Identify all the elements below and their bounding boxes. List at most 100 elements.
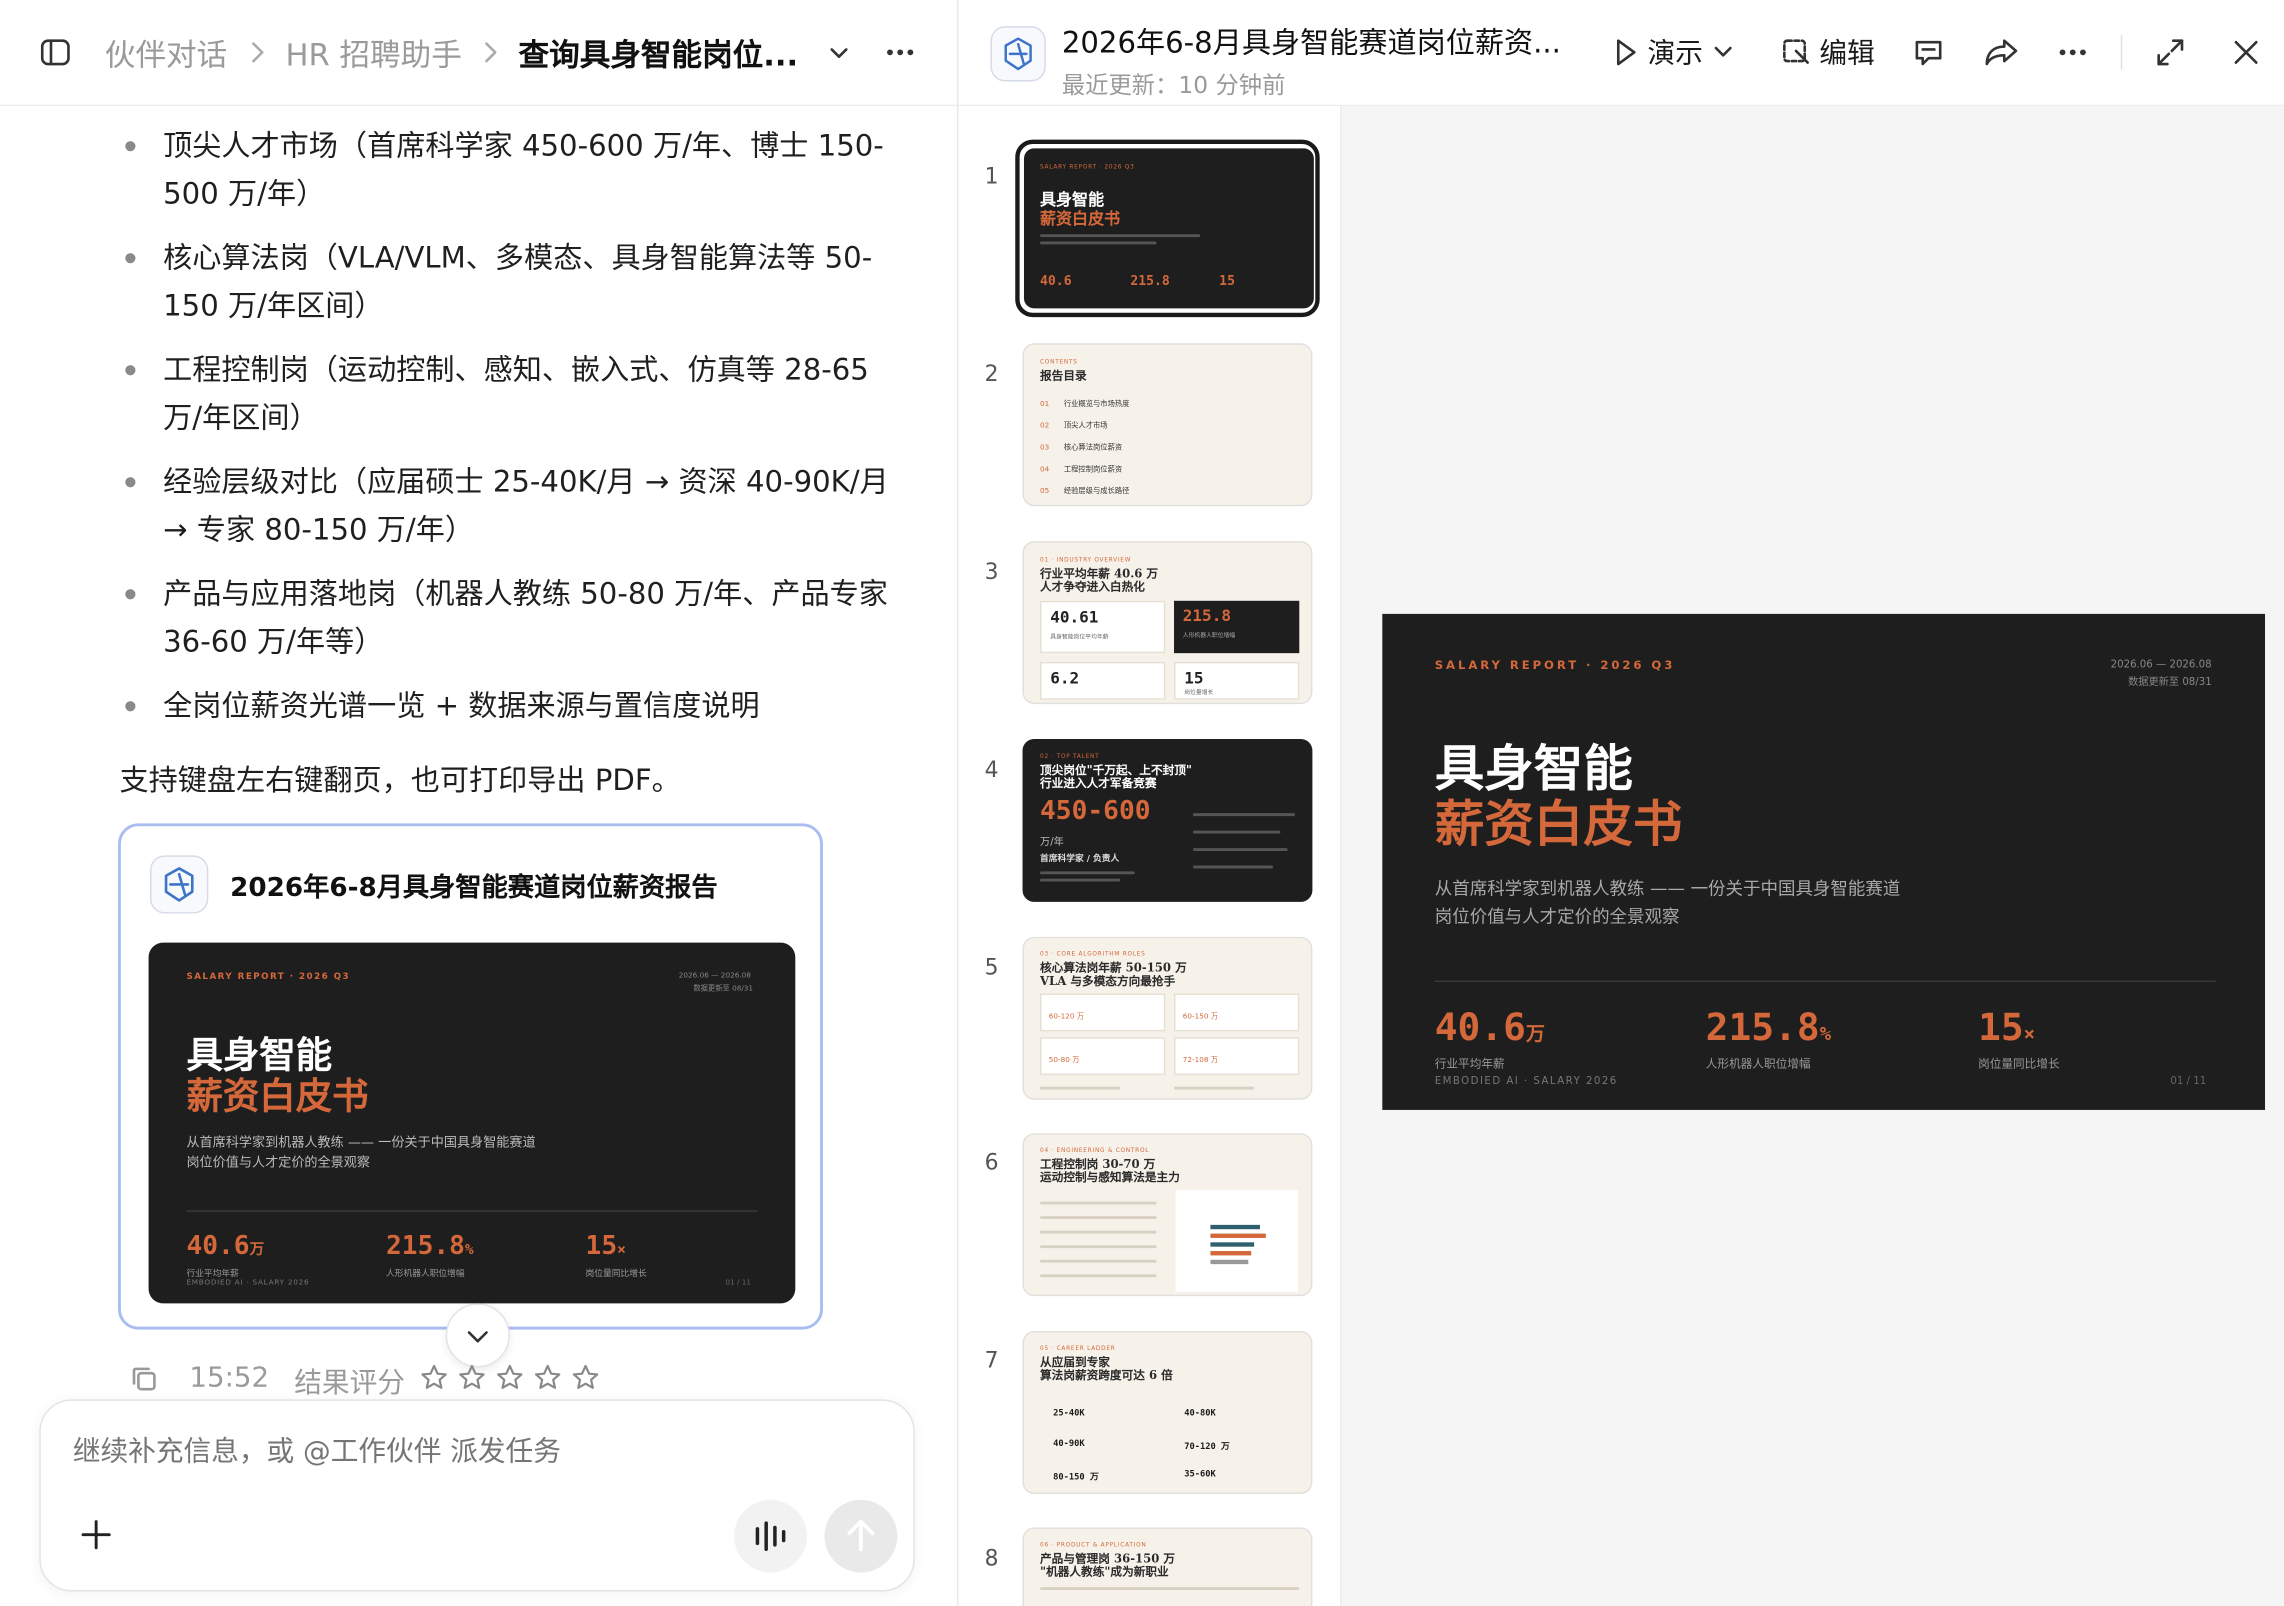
bullet-item: 产品与应用落地岗（机器人教练 50-80 万/年、产品专家 36-60 万/年等） [163,576,888,659]
slide-footer: EMBODIED AI · SALARY 2026 [186,1278,310,1288]
header-divider [0,104,957,107]
slide-subtitle: 岗位价值与人才定价的全景观察 [186,1156,370,1172]
expand-icon[interactable] [2153,35,2188,76]
edit-button[interactable]: 编辑 [1780,32,1875,73]
bullet-item: 全岗位薪资光谱一览 + 数据来源与置信度说明 [163,688,760,723]
slide-footer: EMBODIED AI · SALARY 2026 [1434,1075,1618,1087]
slide-subtitle: 岗位价值与人才定价的全景观察 [1434,906,1680,927]
breadcrumb-hr-assistant[interactable]: HR 招聘助手 [285,32,461,76]
slide-page-number: 01 / 11 [2170,1075,2207,1087]
bullet-dot [125,701,136,712]
chevron-down-icon [1714,45,1733,56]
chevron-right-icon [481,38,501,73]
bullet-item: 工程控制岗（运动控制、感知、嵌入式、仿真等 28-65 万/年区间） [163,352,869,435]
slide-kicker: SALARY REPORT · 2026 Q3 [1434,658,1676,673]
main-slide: SALARY REPORT · 2026 Q3 2026.06 — 2026.0… [1382,613,2266,1110]
bullet-item: 核心算法岗（VLA/VLM、多模态、具身智能算法等 50- 150 万/年区间） [163,240,873,323]
present-button[interactable]: 演示 [1611,32,1737,73]
report-card-title: 2026年6-8月具身智能赛道岗位薪资报告 [230,872,718,904]
star-icon[interactable] [571,1363,600,1392]
bullet-dot [125,589,136,600]
message-time: 15:52 [189,1361,270,1394]
slide-number: 5 [984,954,999,981]
more-icon[interactable] [2055,35,2090,76]
add-icon[interactable] [79,1517,114,1558]
slide-divider [186,1210,758,1212]
rating-label: 结果评分 [294,1367,405,1400]
slide-date: 2026.06 — 2026.08 [678,971,751,981]
slide-kicker: SALARY REPORT · 2026 Q3 [186,971,351,982]
stat-label: 人形机器人职位增幅 [1705,1057,1811,1071]
close-icon[interactable] [2229,35,2264,76]
composer [39,1399,915,1592]
comment-icon[interactable] [1911,35,1946,76]
star-icon[interactable] [495,1363,524,1392]
doc-title: 2026年6-8月具身智能赛道岗位薪资... [1061,24,1561,60]
slide-number: 6 [984,1149,999,1176]
doc-app-icon [990,26,1046,82]
slide-thumbnail-4[interactable]: 02 · TOP TALENT 顶尖岗位"千万起、上不封顶" 行业进入人才军备竞… [1022,738,1313,902]
stat-label: 岗位量同比增长 [585,1268,647,1279]
stat-value: 40.6万 [186,1230,265,1262]
hint-text: 支持键盘左右键翻页，也可打印导出 PDF。 [119,762,681,798]
slide-thumbnail-7[interactable]: 05 · CAREER LADDER 从应届到专家 算法岗薪资跨度可达 6 倍 … [1022,1331,1313,1494]
send-button[interactable] [824,1499,898,1573]
toolbar-divider [2120,34,2123,70]
slide-thumbnail-5[interactable]: 03 · CORE ALGORITHM ROLES 核心算法岗年薪 50-150… [1022,936,1313,1100]
slide-number: 4 [984,756,999,783]
play-icon [1616,38,1636,65]
doc-updated: 最近更新：10 分钟前 [1061,71,1286,99]
chevron-down-icon[interactable] [824,38,853,73]
report-card-preview: SALARY REPORT · 2026 Q3 2026.06 — 2026.0… [148,942,796,1304]
stat-label: 行业平均年薪 [1434,1057,1505,1071]
slide-number: 7 [984,1347,999,1374]
breadcrumb-partner-chat[interactable]: 伙伴对话 [105,32,227,76]
stat-value: 215.8% [385,1230,474,1262]
star-icon[interactable] [533,1363,562,1392]
stat-label: 行业平均年薪 [186,1268,239,1279]
rating-stars[interactable] [420,1363,609,1398]
stat-label: 人形机器人职位增幅 [385,1268,465,1279]
slide-date: 2026.06 — 2026.08 [2110,658,2212,671]
star-icon[interactable] [420,1363,449,1392]
slide-subtitle: 从首席科学家到机器人教练 —— 一份关于中国具身智能赛道 [1434,878,1901,900]
slide-thumbnail-6[interactable]: 04 · ENGINEERING & CONTROL 工程控制岗 30-70 万… [1022,1133,1313,1297]
slide-title-accent: 薪资白皮书 [1434,795,1683,854]
slide-title: 具身智能 [1434,740,1633,799]
voice-wave-icon [755,1521,786,1552]
slide-thumbnail-3[interactable]: 01 · INDUSTRY OVERVIEW 行业平均年薪 40.6 万 人才争… [1022,541,1313,705]
message-input[interactable] [72,1427,874,1477]
copy-icon[interactable] [128,1363,160,1401]
stat-value: 15× [1978,1006,2036,1051]
edit-select-icon [1783,38,1809,64]
stat-value: 215.8% [1705,1006,1832,1051]
bullet-dot [125,141,136,152]
bullet-dot [125,253,136,264]
slide-number: 3 [984,558,999,585]
slide-title-accent: 薪资白皮书 [186,1075,369,1118]
stat-label: 岗位量同比增长 [1978,1057,2060,1071]
slide-number: 2 [984,360,999,387]
slide-number: 8 [984,1544,999,1572]
star-icon[interactable] [457,1363,486,1392]
arrow-up-icon [847,1519,875,1552]
scroll-down-button[interactable] [445,1303,510,1368]
more-icon[interactable] [883,38,918,73]
share-icon[interactable] [1982,35,2020,76]
bullet-dot [125,365,136,376]
slide-thumbnail-8[interactable]: 06 · PRODUCT & APPLICATION 产品与管理岗 36-150… [1022,1527,1313,1606]
sidebar-toggle-icon[interactable] [38,35,73,70]
slide-subtitle: 从首席科学家到机器人教练 —— 一份关于中国具身智能赛道 [186,1136,536,1151]
breadcrumb-current-chat[interactable]: 查询具身智能岗位... [519,32,799,76]
slide-title: 具身智能 [186,1034,333,1077]
slide-thumbnail-2[interactable]: CONTENTS 报告目录 01 行业概览与市场热度 02 顶尖人才市场 03 核心算… [1022,343,1313,507]
slide-page-number: 01 / 11 [725,1278,752,1288]
bullet-item: 顶尖人才市场（首席科学家 450-600 万/年、博士 150- 500 万/年） [163,128,884,211]
report-card[interactable]: 2026年6-8月具身智能赛道岗位薪资报告 SALARY REPORT · 20… [117,823,823,1330]
voice-button[interactable] [734,1499,807,1573]
bullet-item: 经验层级对比（应届硕士 25-40K/月 → 资深 40-90K/月 → 专家 8… [163,464,889,547]
slide-date-update: 数据更新至 08/31 [693,984,754,994]
slide-thumbnail-1[interactable]: SALARY REPORT · 2026 Q3 具身智能 薪资白皮书 40.6 … [1023,148,1314,309]
slide-number: 1 [984,162,999,190]
slide-date-update: 数据更新至 08/31 [2128,676,2212,689]
